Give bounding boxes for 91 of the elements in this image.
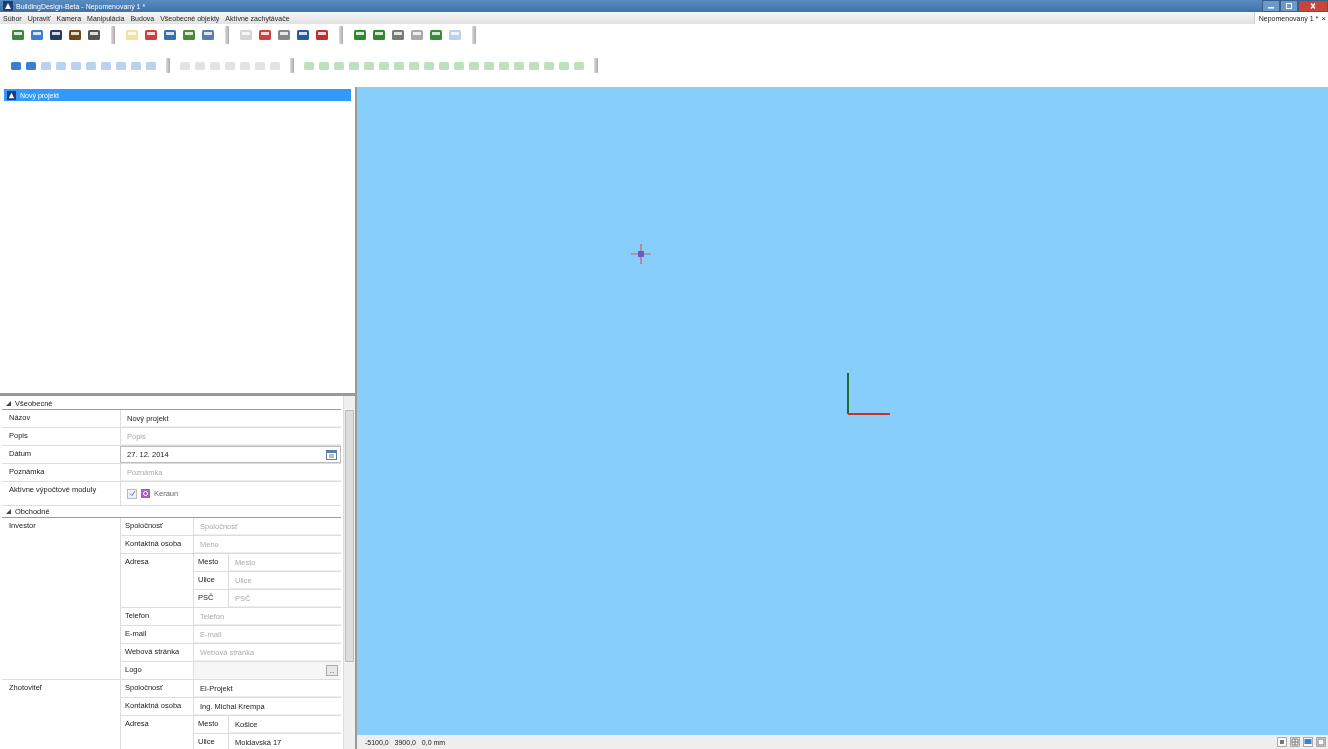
minimize-button[interactable] xyxy=(1262,0,1280,12)
tool-icon xyxy=(528,59,540,72)
tool-icon xyxy=(468,59,480,72)
square-icon xyxy=(1317,738,1325,746)
tool-icon xyxy=(498,59,510,72)
tool-icon xyxy=(447,27,463,43)
toolbar-button[interactable] xyxy=(314,27,330,43)
tool-icon xyxy=(363,59,375,72)
toolbar-grip[interactable] xyxy=(111,26,115,44)
tool-icon xyxy=(371,27,387,43)
tool-icon xyxy=(124,27,140,43)
tool-icon xyxy=(423,59,435,72)
tool-icon xyxy=(67,27,83,43)
tool-icon xyxy=(10,59,22,72)
tool-icon xyxy=(86,27,102,43)
tool-icon xyxy=(200,27,216,43)
tool-icon xyxy=(543,59,555,72)
project-icon xyxy=(7,90,16,100)
tool-icon xyxy=(100,59,112,72)
tool-icon xyxy=(513,59,525,72)
tool-icon xyxy=(194,59,206,72)
expand-arrow-icon xyxy=(6,509,11,514)
tool-icon xyxy=(130,59,142,72)
scrollbar-thumb[interactable] xyxy=(345,410,354,662)
close-button[interactable] xyxy=(1298,0,1328,12)
tool-icon xyxy=(428,27,444,43)
toolbar-grip[interactable] xyxy=(339,26,343,44)
scrollbar[interactable] xyxy=(343,396,355,749)
tool-icon xyxy=(25,59,37,72)
tool-icon xyxy=(162,27,178,43)
toolbar-grip[interactable] xyxy=(594,58,598,73)
tool-icon xyxy=(453,59,465,72)
tool-icon xyxy=(390,27,406,43)
tool-icon xyxy=(70,59,82,72)
tool-icon xyxy=(409,27,425,43)
tool-icon xyxy=(378,59,390,72)
toolbar-button[interactable] xyxy=(257,27,273,43)
tool-icon xyxy=(314,27,330,43)
tool-icon xyxy=(352,27,368,43)
toolbar-button[interactable] xyxy=(143,27,159,43)
tool-icon xyxy=(55,59,67,72)
tool-icon xyxy=(85,59,97,72)
tool-icon xyxy=(348,59,360,72)
tool-icon xyxy=(254,59,266,72)
maximize-button[interactable] xyxy=(1280,0,1298,12)
tool-icon xyxy=(29,27,45,43)
tool-icon xyxy=(239,59,251,72)
tool-icon xyxy=(303,59,315,72)
calendar-icon xyxy=(326,449,337,460)
monitor-icon xyxy=(1304,738,1312,746)
tool-icon xyxy=(145,59,157,72)
toolbar-button[interactable] xyxy=(162,27,178,43)
tool-icon xyxy=(483,59,495,72)
toolbar-button[interactable] xyxy=(86,27,102,43)
tool-icon xyxy=(179,59,191,72)
module-icon xyxy=(141,489,150,498)
crosshair-cursor-icon xyxy=(630,243,652,265)
tool-icon xyxy=(573,59,585,72)
tool-icon xyxy=(238,27,254,43)
tool-icon xyxy=(408,59,420,72)
tool-icon xyxy=(209,59,221,72)
maximize-icon xyxy=(1285,3,1293,9)
tool-icon xyxy=(143,27,159,43)
checkbox[interactable] xyxy=(127,488,137,499)
app-logo-icon xyxy=(3,1,13,11)
toolbar-grip[interactable] xyxy=(472,26,476,44)
tool-icon xyxy=(318,59,330,72)
tool-icon xyxy=(181,27,197,43)
close-icon xyxy=(1309,3,1317,9)
toolbar-grip[interactable] xyxy=(225,26,229,44)
toolbar-button[interactable] xyxy=(67,27,83,43)
coordinate-axes-icon xyxy=(847,372,891,416)
toolbar-grip[interactable] xyxy=(166,58,170,73)
toolbar-button[interactable] xyxy=(295,27,311,43)
tool-icon xyxy=(558,59,570,72)
tool-icon xyxy=(10,27,26,43)
toolbar-button[interactable] xyxy=(48,27,64,43)
tool-icon xyxy=(276,27,292,43)
tool-icon xyxy=(393,59,405,72)
tool-icon xyxy=(224,59,236,72)
tool-icon xyxy=(40,59,52,72)
tool-icon xyxy=(48,27,64,43)
tool-icon xyxy=(438,59,450,72)
expand-arrow-icon xyxy=(6,401,11,406)
tool-icon xyxy=(333,59,345,72)
tool-icon xyxy=(115,59,127,72)
tool-icon xyxy=(257,27,273,43)
tool-icon xyxy=(269,59,281,72)
tab-close-button[interactable]: × xyxy=(1321,13,1326,23)
tool-icon xyxy=(295,27,311,43)
toolbar-grip[interactable] xyxy=(290,58,294,73)
